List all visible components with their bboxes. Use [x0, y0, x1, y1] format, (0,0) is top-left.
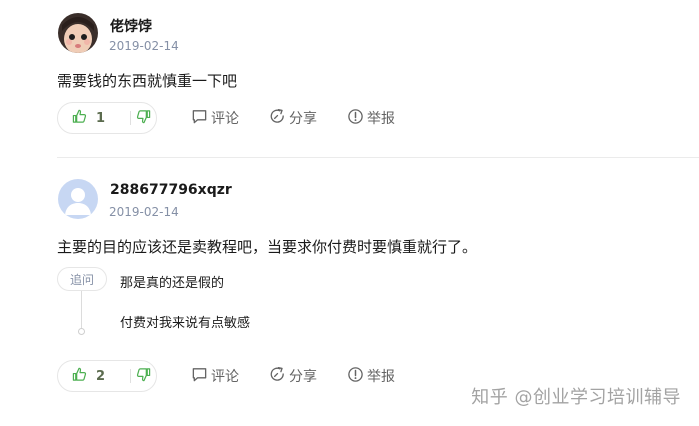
followup-reply: 付费对我来说有点敏感: [120, 316, 251, 331]
like-count: 2: [96, 368, 106, 384]
comment-button[interactable]: 评论: [191, 108, 239, 129]
report-icon: [347, 108, 367, 129]
comment-item: 佬饽饽 2019-02-14 需要钱的东西就慎重一下吧 1 评论 分享 举报: [0, 0, 699, 160]
dislike-button[interactable]: [131, 109, 156, 128]
author-name[interactable]: 288677796xqzr: [110, 182, 232, 198]
comment-label: 评论: [211, 369, 239, 385]
share-label: 分享: [289, 111, 317, 127]
comment-bubble-icon: [191, 108, 211, 129]
comment-text: 需要钱的东西就慎重一下吧: [57, 72, 238, 90]
avatar[interactable]: [58, 179, 98, 219]
thumbs-down-icon: [136, 109, 151, 128]
comment-button[interactable]: 评论: [191, 366, 239, 387]
author-name[interactable]: 佬饽饽: [110, 16, 152, 36]
thread-line: [81, 291, 82, 329]
vote-pill: 1: [57, 102, 157, 134]
comment-text: 主要的目的应该还是卖教程吧，当要求你付费时要慎重就行了。: [57, 238, 478, 256]
report-icon: [347, 366, 367, 387]
avatar[interactable]: [58, 13, 98, 53]
comment-label: 评论: [211, 111, 239, 127]
share-button[interactable]: 分享: [269, 108, 317, 129]
dislike-button[interactable]: [131, 367, 156, 386]
watermark: 知乎 @创业学习培训辅导: [471, 387, 681, 408]
comment-actions: 2 评论 分享 举报: [57, 359, 395, 393]
comment-actions: 1 评论 分享 举报: [57, 101, 395, 135]
thumbs-down-icon: [136, 367, 151, 386]
vote-pill: 2: [57, 360, 157, 392]
share-icon: [269, 108, 289, 129]
like-count: 1: [96, 110, 106, 126]
report-button[interactable]: 举报: [347, 108, 395, 129]
share-label: 分享: [289, 369, 317, 385]
share-icon: [269, 366, 289, 387]
like-button[interactable]: 1: [58, 109, 130, 128]
thread-dot: [78, 328, 85, 335]
comment-bubble-icon: [191, 366, 211, 387]
like-button[interactable]: 2: [58, 367, 130, 386]
followup-tag: 追问: [57, 267, 107, 291]
followup-question: 那是真的还是假的: [120, 276, 225, 291]
comment-divider: [57, 157, 699, 158]
thumbs-up-icon: [72, 109, 87, 128]
share-button[interactable]: 分享: [269, 366, 317, 387]
comment-date: 2019-02-14: [109, 205, 179, 219]
thumbs-up-icon: [72, 367, 87, 386]
comment-date: 2019-02-14: [109, 39, 179, 53]
report-button[interactable]: 举报: [347, 366, 395, 387]
report-label: 举报: [367, 369, 395, 385]
report-label: 举报: [367, 111, 395, 127]
